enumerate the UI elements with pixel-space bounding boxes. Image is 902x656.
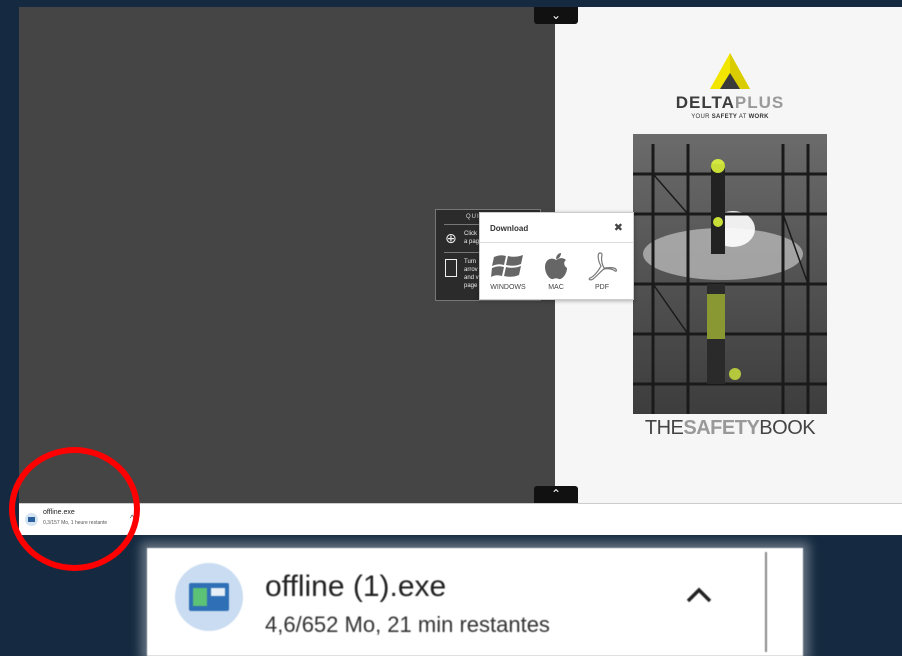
quick-help-title: QUI bbox=[466, 214, 480, 220]
brand-name-part2: PLUS bbox=[734, 93, 785, 112]
page-down-button[interactable]: ⌃ bbox=[534, 486, 578, 503]
download-windows-button[interactable]: WINDOWS bbox=[486, 251, 530, 291]
book-title-part2: SAFETY bbox=[683, 417, 760, 439]
chevron-up-icon[interactable] bbox=[685, 578, 713, 612]
brand-name: DELTAPLUS bbox=[659, 93, 801, 113]
download-popup-title: Download bbox=[490, 224, 529, 233]
quick-help-line: and v bbox=[464, 275, 479, 281]
zoom-in-icon: ⊕ bbox=[445, 230, 457, 246]
download-option-label: MAC bbox=[548, 284, 564, 291]
tagline-part3: AT bbox=[737, 114, 749, 120]
page-up-button[interactable]: ⌄ bbox=[534, 7, 578, 24]
scaffold-illustration bbox=[633, 144, 827, 414]
download-mac-button[interactable]: MAC bbox=[534, 251, 578, 291]
chevron-up-icon bbox=[686, 587, 712, 603]
quick-help-line: a pag bbox=[464, 239, 480, 245]
tagline-part2: SAFETY bbox=[711, 114, 738, 120]
page-turn-icon bbox=[445, 259, 457, 277]
tagline-part4: WORK bbox=[748, 114, 769, 120]
divider bbox=[480, 242, 633, 243]
book-title-part1: THE bbox=[644, 417, 684, 439]
download-status: 4,6/652 Mo, 21 min restantes bbox=[265, 612, 550, 637]
download-option-label: WINDOWS bbox=[490, 284, 526, 291]
quick-help-text-turn: Turn arrov and v page bbox=[464, 258, 479, 290]
exe-file-icon bbox=[175, 563, 243, 631]
download-filename[interactable]: offline (1).exe bbox=[265, 570, 446, 604]
cover-image bbox=[633, 134, 827, 414]
quick-help-line: page bbox=[464, 283, 478, 289]
brand-tagline: YOUR SAFETY AT WORK bbox=[659, 114, 801, 120]
browser-screen: ⌄ ⌃ DELTAPLUS YOUR SAFETY AT WORK THESAF… bbox=[19, 7, 902, 535]
download-bar: offline.exe 0,3/157 Mo, 1 heure restante… bbox=[19, 503, 902, 535]
quick-help-line: arrov bbox=[464, 267, 478, 273]
book-title: THESAFETYBOOK bbox=[633, 417, 827, 440]
download-bar-zoomed: offline (1).exe 4,6/652 Mo, 21 min resta… bbox=[147, 548, 803, 656]
triangle-logo-icon bbox=[710, 53, 750, 89]
book-title-part3: BOOK bbox=[759, 417, 816, 439]
download-popup: Download ✖ WINDOWS MAC PDF bbox=[479, 212, 634, 300]
download-pdf-button[interactable]: PDF bbox=[580, 251, 624, 291]
tagline-part1: YOUR bbox=[691, 114, 712, 120]
pdf-icon bbox=[588, 252, 617, 281]
brand-name-part1: DELTA bbox=[675, 93, 735, 112]
deltaplus-logo: DELTAPLUS YOUR SAFETY AT WORK bbox=[659, 51, 801, 120]
windows-icon bbox=[491, 255, 523, 277]
quick-help-line: Turn bbox=[464, 259, 477, 265]
highlight-circle bbox=[9, 447, 140, 571]
quick-help-text-zoom: Click a pag bbox=[464, 230, 479, 246]
divider bbox=[765, 552, 767, 652]
window-glyph bbox=[189, 583, 229, 611]
quick-help-line: Click bbox=[464, 231, 477, 237]
download-option-label: PDF bbox=[595, 284, 609, 291]
close-icon[interactable]: ✖ bbox=[614, 221, 623, 234]
apple-icon bbox=[545, 253, 567, 280]
